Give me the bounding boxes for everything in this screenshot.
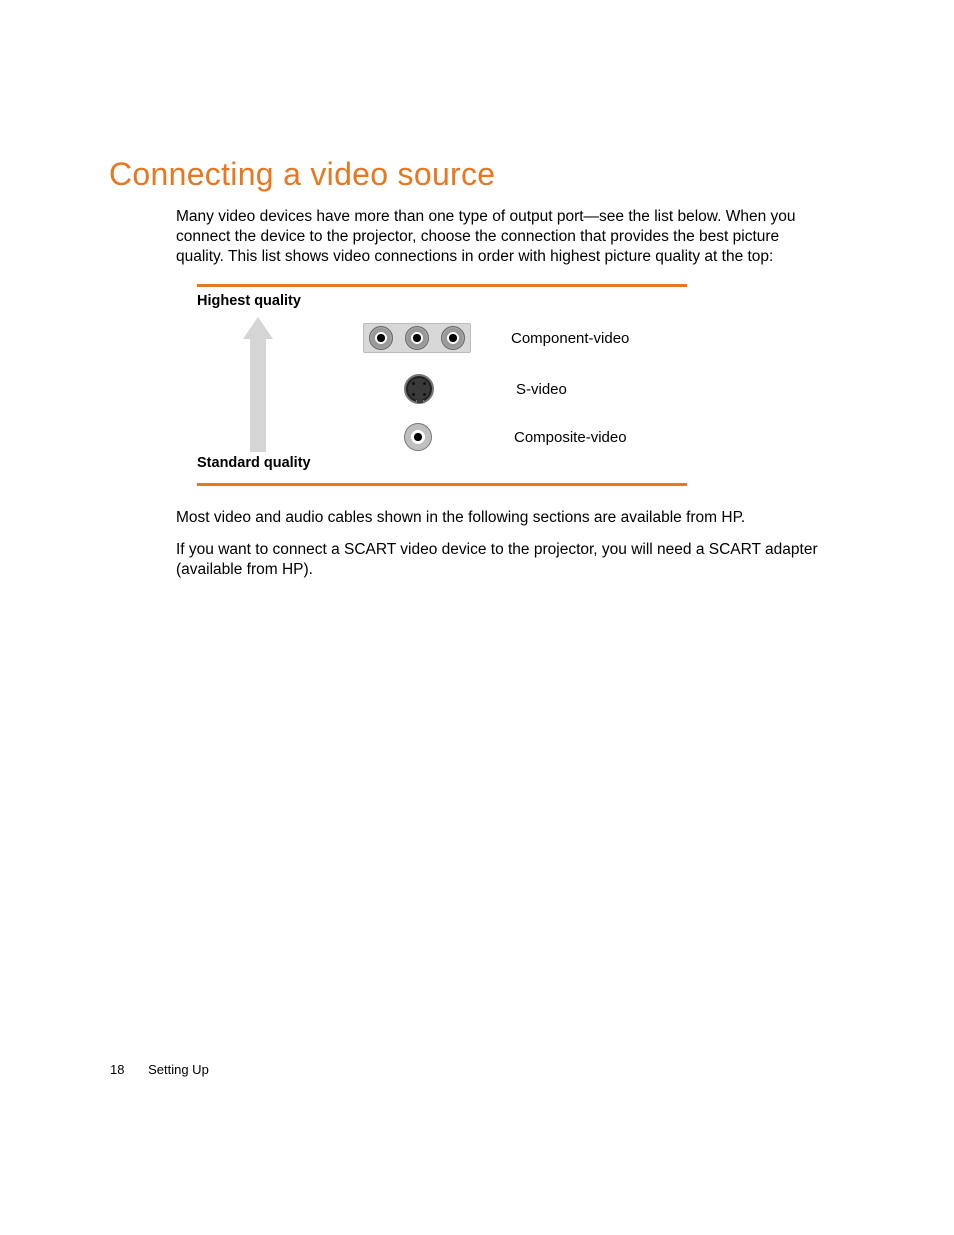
diagram-body: Highest quality Standard quality Compone…: [197, 287, 687, 477]
label-standard-quality: Standard quality: [197, 455, 311, 471]
label-composite-video: Composite-video: [514, 429, 627, 446]
footer-section-name: Setting Up: [148, 1062, 209, 1077]
row-s-video: S-video: [404, 374, 567, 404]
quality-diagram: Highest quality Standard quality Compone…: [197, 284, 687, 486]
page-number: 18: [110, 1062, 124, 1077]
section-heading: Connecting a video source: [109, 156, 495, 193]
quality-arrow-icon: [243, 317, 273, 452]
page-footer: 18 Setting Up: [110, 1062, 209, 1077]
paragraph-cables: Most video and audio cables shown in the…: [176, 508, 826, 528]
document-page: Connecting a video source Many video dev…: [0, 0, 954, 1235]
label-component-video: Component-video: [511, 330, 629, 347]
s-video-icon: [404, 374, 434, 404]
label-highest-quality: Highest quality: [197, 293, 301, 309]
intro-paragraph: Many video devices have more than one ty…: [176, 207, 816, 266]
composite-video-icon: [404, 423, 432, 451]
paragraph-scart: If you want to connect a SCART video dev…: [176, 540, 836, 580]
label-s-video: S-video: [516, 381, 567, 398]
component-video-icon: [363, 323, 471, 353]
row-composite-video: Composite-video: [404, 423, 627, 451]
row-component-video: Component-video: [363, 323, 629, 353]
divider-bottom: [197, 483, 687, 486]
